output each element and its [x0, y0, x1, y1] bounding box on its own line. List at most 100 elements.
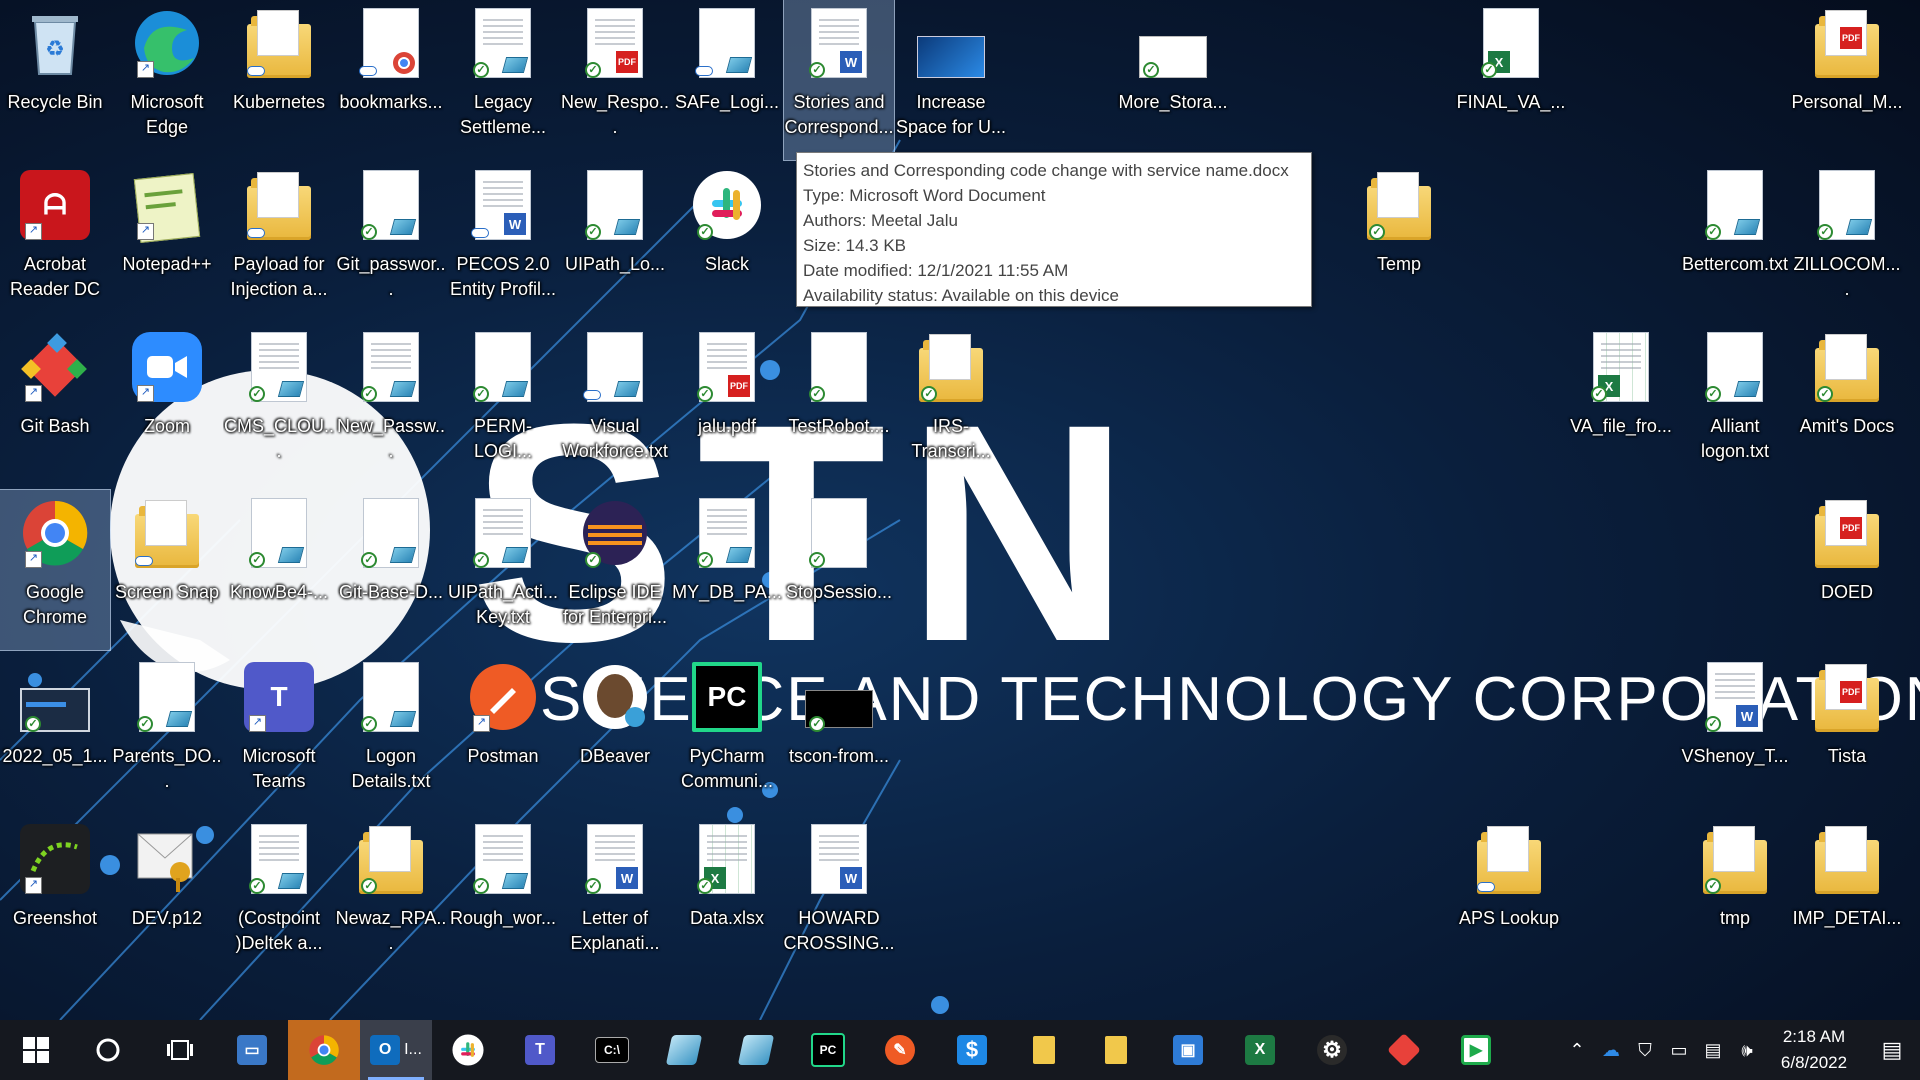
desktop-icon-perm-login[interactable]: ✓ PERM-LOGI...	[448, 324, 558, 484]
desktop-icon-tmp[interactable]: ✓ tmp	[1680, 816, 1790, 976]
volume-icon[interactable]: 🕪	[1730, 1020, 1764, 1080]
desktop-icon-git-base-d[interactable]: ✓ Git-Base-D...	[336, 490, 446, 650]
desktop-icon-uipath-login[interactable]: ✓ UIPath_Lo...	[560, 162, 670, 322]
desktop-icon-aps-lookup[interactable]: APS Lookup	[1454, 816, 1564, 976]
desktop-icon-newaz-rpa[interactable]: ✓ Newaz_RPA...	[336, 816, 446, 976]
desktop-icon-increase-space[interactable]: Increase Space for U...	[896, 0, 1006, 160]
taskbar-snagit[interactable]: $	[936, 1020, 1008, 1080]
notification-center-icon[interactable]: ▤	[1864, 1020, 1920, 1080]
desktop-icon-data-xlsx[interactable]: X ✓ Data.xlsx	[672, 816, 782, 976]
desktop-icon-google-chrome[interactable]: ↗ Google Chrome	[0, 489, 111, 651]
battery-icon[interactable]: ▭	[1662, 1020, 1696, 1080]
desktop-icon-logon-details[interactable]: ✓ Logon Details.txt	[336, 654, 446, 814]
desktop-icon-stopsession[interactable]: ✓ StopSessio...	[784, 490, 894, 650]
desktop-icon-payload-injection[interactable]: Payload for Injection a...	[224, 162, 334, 322]
desktop-icon-pycharm[interactable]: PC PyCharm Communi...	[672, 654, 782, 814]
desktop-icon-visual-workforce[interactable]: Visual Workforce.txt	[560, 324, 670, 484]
desktop-icon-acrobat[interactable]: ᗩ ↗ Acrobat Reader DC	[0, 162, 110, 322]
desktop-icon-new-password[interactable]: ✓ New_Passw...	[336, 324, 446, 484]
desktop-icon-pecos-entity[interactable]: W PECOS 2.0 Entity Profil...	[448, 162, 558, 322]
desktop-icon-irs-transcript[interactable]: ✓ IRS-Transcri...	[896, 324, 1006, 484]
task-view-button[interactable]	[144, 1020, 216, 1080]
desktop-icon-imp-details[interactable]: IMP_DETAI...	[1792, 816, 1902, 976]
excel-file-icon: X ✓	[691, 822, 763, 894]
file-info-tooltip: Stories and Corresponding code change wi…	[796, 152, 1312, 307]
pycharm-icon: PC	[691, 660, 763, 732]
desktop-icon-safe-login[interactable]: SAFe_Logi...	[672, 0, 782, 160]
desktop-icon-slack[interactable]: ✓ Slack	[672, 162, 782, 322]
desktop-icon-git-password[interactable]: ✓ Git_passwor...	[336, 162, 446, 322]
desktop-icon-greenshot[interactable]: ↗ Greenshot	[0, 816, 110, 976]
desktop-icon-notepadpp[interactable]: ↗ Notepad++	[112, 162, 222, 322]
desktop-icon-legacy-settlement[interactable]: ✓ Legacy Settleme...	[448, 0, 558, 160]
taskbar-git[interactable]	[1368, 1020, 1440, 1080]
desktop-icon-parents-do[interactable]: ✓ Parents_DO...	[112, 654, 222, 814]
desktop-icon-alliant-logon[interactable]: ✓ Alliant logon.txt	[1680, 324, 1790, 484]
desktop-icon-final-va[interactable]: X ✓ FINAL_VA_...	[1456, 0, 1566, 160]
desktop-icon-git-bash[interactable]: ↗ Git Bash	[0, 324, 110, 484]
desktop-icon-bettercom[interactable]: ✓ Bettercom.txt	[1680, 162, 1790, 322]
desktop-icon-zillocom[interactable]: ✓ ZILLOCOM....	[1792, 162, 1902, 322]
desktop-icon-doed[interactable]: PDF DOED	[1792, 490, 1902, 650]
desktop-icon-microsoft-teams[interactable]: T ↗ Microsoft Teams	[224, 654, 334, 814]
desktop-icon-microsoft-edge[interactable]: ↗ Microsoft Edge	[112, 0, 222, 160]
desktop-icon-cms-clou[interactable]: ✓ CMS_CLOU...	[224, 324, 334, 484]
taskbar-file-explorer-1[interactable]	[1008, 1020, 1080, 1080]
eclipse-icon: ✓	[579, 496, 651, 568]
onedrive-icon[interactable]: ☁	[1594, 1020, 1628, 1080]
desktop-icon-screen-snap[interactable]: Screen Snap	[112, 490, 222, 650]
security-icon[interactable]: ⛉	[1628, 1020, 1662, 1080]
desktop-icon-rough-work[interactable]: ✓ Rough_wor...	[448, 816, 558, 976]
taskbar-slack[interactable]	[432, 1020, 504, 1080]
taskbar-pycharm[interactable]: PC	[792, 1020, 864, 1080]
desktop-icon-screenshot-2022[interactable]: ✓ 2022_05_1...	[0, 654, 110, 814]
desktop-icon-dev-p12[interactable]: DEV.p12	[112, 816, 222, 976]
taskbar-outlook[interactable]: O I...	[360, 1020, 432, 1080]
desktop-icon-amits-docs[interactable]: ✓ Amit's Docs	[1792, 324, 1902, 484]
desktop-icon-jalu-pdf[interactable]: PDF ✓ jalu.pdf	[672, 324, 782, 484]
cortana-button[interactable]	[72, 1020, 144, 1080]
desktop-icon-bookmarks[interactable]: bookmarks...	[336, 0, 446, 160]
taskbar-teams[interactable]: T	[504, 1020, 576, 1080]
snagit-icon: $	[957, 1035, 987, 1065]
desktop-icon-testrobot[interactable]: ✓ TestRobot....	[784, 324, 894, 484]
taskbar-remote-desktop[interactable]: ▭	[216, 1020, 288, 1080]
desktop-icon-costpoint-deltek[interactable]: ✓ (Costpoint )Deltek a...	[224, 816, 334, 976]
desktop-icon-stories-corresponding[interactable]: W ✓ Stories and Correspond...	[783, 0, 895, 161]
desktop-icon-new-response[interactable]: PDF✓ New_Respo... LC_Employ...	[560, 0, 670, 160]
pdf-file-icon: PDF ✓	[579, 6, 651, 78]
desktop-icon-postman[interactable]: ↗ Postman	[448, 654, 558, 814]
start-button[interactable]	[0, 1020, 72, 1080]
taskbar-network-app[interactable]: ▣	[1152, 1020, 1224, 1080]
desktop-icon-more-storage[interactable]: ✓ More_Stora...	[1118, 0, 1228, 160]
desktop-icon-temp[interactable]: ✓ Temp	[1344, 162, 1454, 322]
show-hidden-icons-chevron[interactable]: ⌃	[1560, 1020, 1594, 1080]
desktop-icon-howard-crossing[interactable]: W HOWARD CROSSING...	[783, 816, 895, 976]
desktop-icon-uipath-activation-key[interactable]: ✓ UIPath_Acti... Key.txt	[448, 490, 558, 650]
desktop-icon-tscon[interactable]: ✓ tscon-from...	[784, 654, 894, 814]
desktop-icon-personal-m[interactable]: PDF Personal_M...	[1791, 0, 1903, 160]
network-icon[interactable]: ▤	[1696, 1020, 1730, 1080]
taskbar-postman[interactable]: ✎	[864, 1020, 936, 1080]
desktop-icon-letter-explanation[interactable]: W ✓ Letter of Explanati...	[560, 816, 670, 976]
taskbar-chrome[interactable]	[288, 1020, 360, 1080]
desktop-icon-zoom[interactable]: ↗ Zoom	[112, 324, 222, 484]
desktop-icon-kubernetes[interactable]: Kubernetes	[224, 0, 334, 160]
taskbar-notepad-2[interactable]	[720, 1020, 792, 1080]
desktop-icon-eclipse-ide[interactable]: ✓ Eclipse IDE for Enterpri...	[560, 490, 670, 650]
desktop-icon-recycle-bin[interactable]: ♻ Recycle Bin	[0, 0, 110, 160]
screenshot-file-icon	[915, 6, 987, 78]
taskbar-notepad-1[interactable]	[648, 1020, 720, 1080]
desktop-icon-dbeaver[interactable]: DBeaver	[560, 654, 670, 814]
taskbar-excel[interactable]: X	[1224, 1020, 1296, 1080]
desktop-icon-vshenoy[interactable]: W ✓ VShenoy_T...	[1680, 654, 1790, 814]
taskbar-command-prompt[interactable]: C:\	[576, 1020, 648, 1080]
taskbar-settings-app[interactable]: ⚙	[1296, 1020, 1368, 1080]
taskbar-file-explorer-2[interactable]	[1080, 1020, 1152, 1080]
clock[interactable]: 2:18 AM 6/8/2022	[1764, 1024, 1864, 1076]
desktop-icon-knowbe4[interactable]: ✓ KnowBe4-...	[224, 490, 334, 650]
taskbar-media-app[interactable]: ▶	[1440, 1020, 1512, 1080]
desktop-icon-va-file-from[interactable]: X ✓ VA_file_fro...	[1566, 324, 1676, 484]
desktop-icon-my-db-pa[interactable]: ✓ MY_DB_PA...	[672, 490, 782, 650]
desktop-icon-tista[interactable]: PDF Tista	[1792, 654, 1902, 814]
